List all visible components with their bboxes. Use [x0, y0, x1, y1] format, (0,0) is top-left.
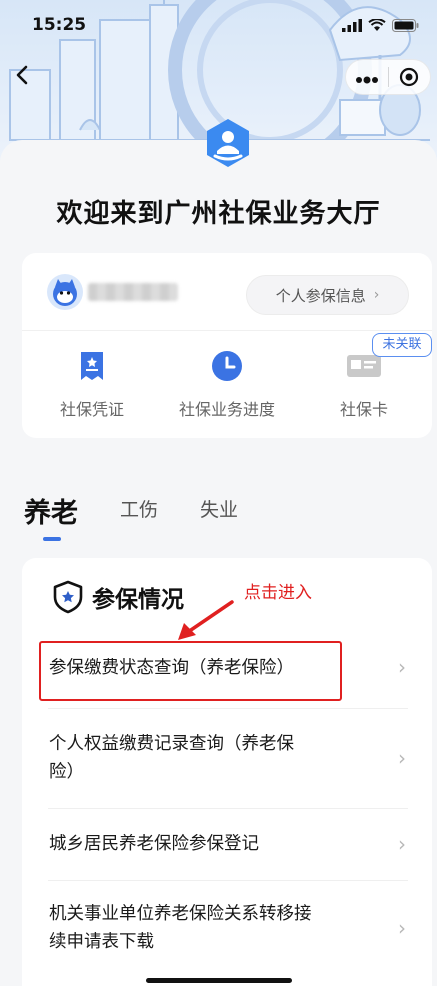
- chevron-right-icon: ›: [373, 287, 380, 303]
- list-item-label: 城乡居民养老保险参保登记: [49, 834, 259, 854]
- shield-star-icon: [53, 580, 83, 614]
- unlinked-badge: 未关联: [372, 333, 432, 357]
- miniprogram-capsule: [345, 59, 431, 95]
- clock-icon: [159, 348, 295, 384]
- chevron-right-icon: ›: [398, 655, 406, 679]
- list-item-label-line1: 个人权益缴费记录查询（养老保: [49, 734, 294, 754]
- quick-item-card[interactable]: 社保卡: [296, 348, 432, 420]
- annotation-text: 点击进入: [244, 583, 312, 603]
- wifi-icon: [368, 17, 386, 36]
- row-divider: [48, 808, 408, 809]
- social-security-logo-icon: [203, 118, 253, 168]
- list-item-payment-record[interactable]: 个人权益缴费记录查询（养老保 险） ›: [22, 730, 432, 800]
- signal-icon: [342, 17, 362, 36]
- list-item-transfer-form[interactable]: 机关事业单位养老保险关系转移接 续申请表下载 ›: [22, 900, 432, 970]
- battery-icon: [392, 17, 419, 36]
- list-item-label-line2: 险）: [49, 762, 84, 782]
- row-divider: [48, 880, 408, 881]
- close-target-icon: [400, 67, 419, 87]
- quick-item-certificate[interactable]: 社保凭证: [24, 348, 160, 420]
- status-bar: 15:25: [0, 0, 437, 50]
- nav-bar: [0, 56, 437, 100]
- category-tabs: 养老 工伤 失业: [24, 495, 424, 545]
- tab-unemployment[interactable]: 失业: [200, 495, 238, 522]
- certificate-icon: [24, 348, 160, 384]
- personal-info-label: 个人参保信息: [275, 286, 366, 305]
- status-time: 15:25: [32, 15, 87, 35]
- chevron-right-icon: ›: [398, 746, 406, 770]
- row-divider: [48, 708, 408, 709]
- quick-item-label: 社保凭证: [59, 400, 124, 419]
- list-item-resident-registration[interactable]: 城乡居民养老保险参保登记 ›: [22, 830, 432, 880]
- close-button[interactable]: [389, 67, 430, 87]
- chevron-left-icon: [16, 65, 28, 85]
- card-divider: [22, 330, 432, 331]
- section-header: 参保情况: [52, 580, 184, 614]
- back-button[interactable]: [6, 62, 38, 94]
- tab-work-injury[interactable]: 工伤: [120, 495, 158, 522]
- avatar: [46, 273, 84, 311]
- user-card: 个人参保信息 › 社保凭证 社保业务进度 社保卡 未关联: [22, 253, 432, 438]
- quick-item-progress[interactable]: 社保业务进度: [159, 348, 295, 420]
- list-item-label-line1: 机关事业单位养老保险关系转移接: [49, 904, 312, 924]
- quick-item-label: 社保卡: [339, 400, 388, 419]
- tab-pension[interactable]: 养老: [24, 491, 78, 530]
- more-dots-icon: [356, 76, 378, 84]
- chevron-right-icon: ›: [398, 832, 406, 856]
- active-tab-indicator: [43, 537, 61, 541]
- personal-info-button[interactable]: 个人参保信息 ›: [246, 275, 409, 315]
- status-icons: [342, 17, 419, 36]
- masked-username: [88, 283, 178, 301]
- more-button[interactable]: [346, 59, 388, 95]
- chevron-right-icon: ›: [398, 916, 406, 940]
- annotation-arrow-icon: [178, 600, 234, 640]
- quick-item-label: 社保业务进度: [178, 400, 275, 419]
- home-indicator: [146, 978, 292, 983]
- list-item-label-line2: 续申请表下载: [49, 932, 154, 952]
- welcome-title: 欢迎来到广州社保业务大厅: [56, 199, 381, 229]
- annotation-highlight-box: [39, 641, 342, 701]
